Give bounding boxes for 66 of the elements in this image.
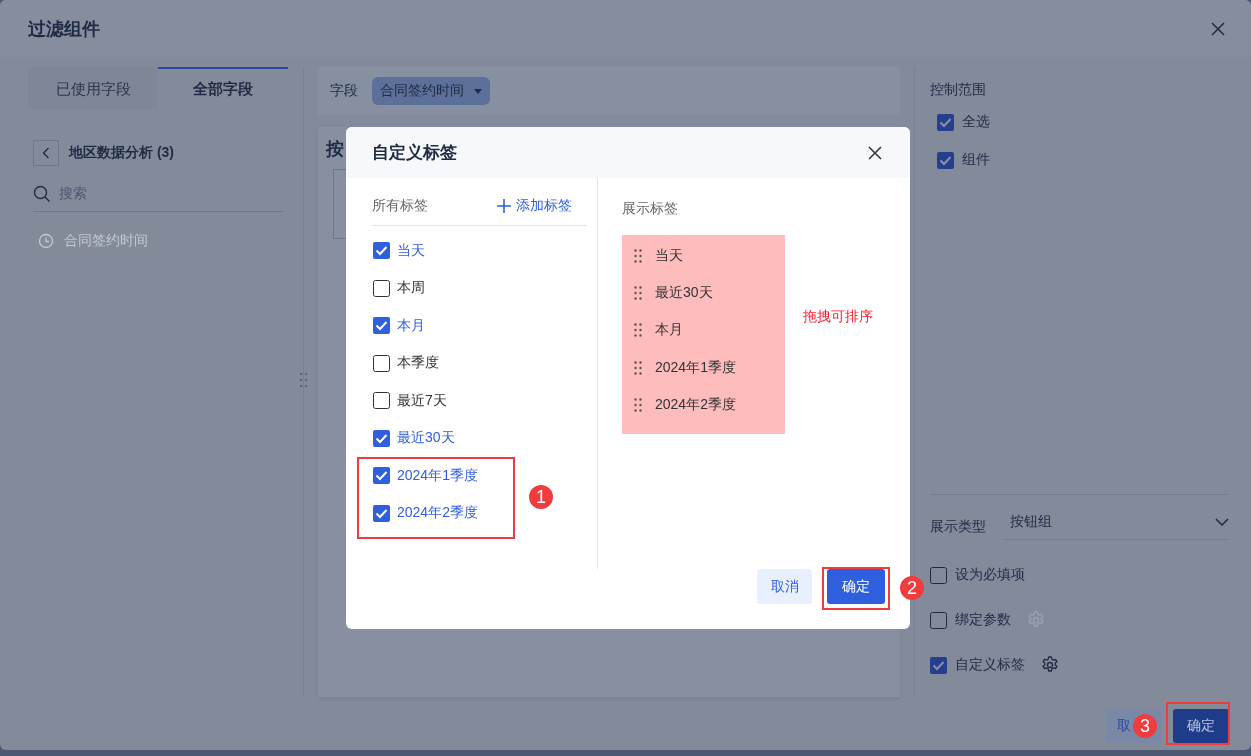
checkbox[interactable] xyxy=(373,354,390,372)
tag-label: 当天 xyxy=(655,246,683,265)
checkbox[interactable] xyxy=(930,656,947,674)
drag-handle-icon[interactable] xyxy=(634,397,642,412)
chevron-down-icon xyxy=(1215,518,1229,526)
tag-label: 本周 xyxy=(397,279,425,298)
drag-handle-icon[interactable] xyxy=(634,360,642,375)
checkbox[interactable] xyxy=(373,242,390,260)
highlight-frame xyxy=(822,567,890,610)
cancel-button[interactable]: 取消 xyxy=(757,569,812,604)
drag-handle-icon[interactable] xyxy=(634,285,642,300)
tag-label: 本季度 xyxy=(397,354,439,373)
checkbox[interactable] xyxy=(930,566,947,584)
column-title: 展示标签 xyxy=(622,200,679,218)
field-tab[interactable]: 全部字段 xyxy=(158,67,288,109)
close-icon[interactable] xyxy=(868,145,882,160)
plus-icon xyxy=(497,199,511,213)
tag-label: 2024年1季度 xyxy=(397,466,478,485)
field-dropdown[interactable]: 合同签约时间 xyxy=(372,77,490,105)
back-button[interactable] xyxy=(33,140,59,166)
checkbox[interactable] xyxy=(373,467,390,485)
tag-label: 本月 xyxy=(655,321,683,340)
checkbox-label: 设为必填项 xyxy=(955,566,1025,584)
dialog-title: 过滤组件 xyxy=(28,17,100,41)
confirm-button[interactable]: 确定 xyxy=(1173,709,1229,743)
tag-label: 最近7天 xyxy=(397,391,447,410)
checkbox[interactable] xyxy=(937,113,954,131)
tag-label: 2024年1季度 xyxy=(655,358,736,377)
field-label: 展示类型 xyxy=(930,517,986,536)
gear-icon[interactable] xyxy=(1041,656,1059,674)
tag-label: 2024年2季度 xyxy=(655,395,736,414)
display-type-select[interactable]: 按钮组 xyxy=(1004,513,1229,540)
drag-handle-icon[interactable] xyxy=(299,372,308,388)
checkbox[interactable] xyxy=(373,504,390,522)
checkbox[interactable] xyxy=(930,611,947,629)
tag-label: 最近30天 xyxy=(397,429,455,448)
checkbox[interactable] xyxy=(373,429,390,447)
checkbox[interactable] xyxy=(373,392,390,410)
checkbox-label: 全选 xyxy=(962,113,990,131)
tag-label: 当天 xyxy=(397,241,425,260)
checkbox-label: 组件 xyxy=(962,151,990,169)
clock-icon xyxy=(38,233,54,249)
dataset-name: 地区数据分析 (3) xyxy=(69,144,174,162)
confirm-button[interactable]: 确定 xyxy=(827,569,885,604)
checkbox[interactable] xyxy=(373,317,390,335)
hint-text: 拖拽可排序 xyxy=(803,308,873,326)
modal-title: 自定义标签 xyxy=(372,142,457,164)
checkbox-label: 自定义标签 xyxy=(955,656,1025,674)
checkbox-label: 绑定参数 xyxy=(955,611,1011,629)
panel-title: 按 xyxy=(326,138,344,161)
tag-label: 最近30天 xyxy=(655,283,713,302)
search-icon xyxy=(33,185,51,203)
caret-icon xyxy=(474,88,482,94)
section-title: 控制范围 xyxy=(930,81,987,99)
column-title: 所有标签 xyxy=(372,197,428,215)
highlight-frame xyxy=(1166,702,1230,745)
checkbox[interactable] xyxy=(937,151,954,169)
tag-label: 本月 xyxy=(397,316,425,335)
add-tag-link[interactable]: 添加标签 xyxy=(497,197,572,215)
field-label: 字段 xyxy=(330,82,358,100)
field-tab[interactable]: 已使用字段 xyxy=(28,67,158,109)
drag-handle-icon[interactable] xyxy=(634,323,642,338)
drag-handle-icon[interactable] xyxy=(634,248,642,263)
tag-label: 2024年2季度 xyxy=(397,504,478,523)
chevron-left-icon xyxy=(42,147,50,159)
checkbox[interactable] xyxy=(373,279,390,297)
